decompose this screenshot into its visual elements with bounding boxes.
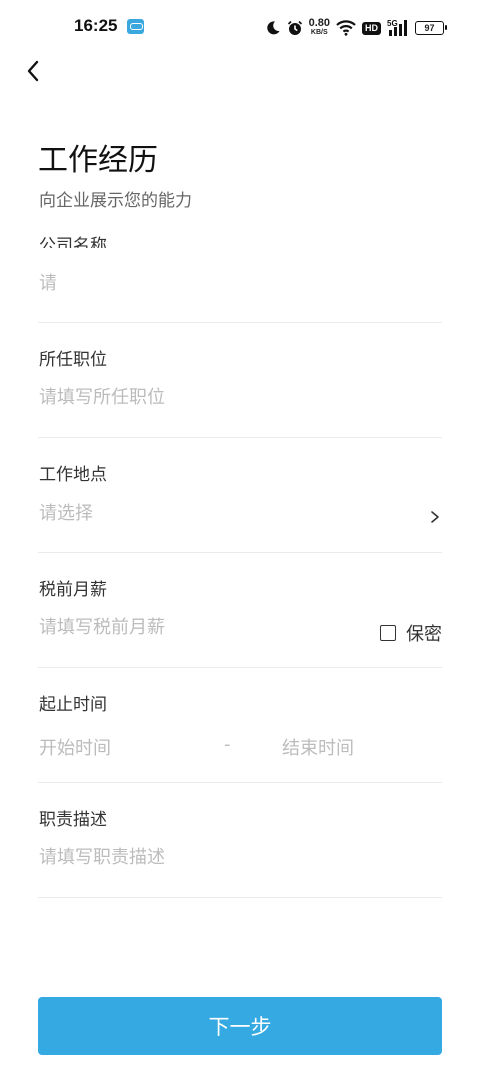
speed-value: 0.80 — [308, 17, 330, 29]
company-field: 公司名称 — [38, 225, 442, 323]
page-title: 工作经历 — [38, 143, 158, 178]
next-button[interactable]: 下一步 — [38, 997, 442, 1055]
company-label: 公司名称 — [39, 236, 107, 248]
wifi-icon — [336, 20, 356, 36]
chevron-right-icon — [431, 511, 439, 523]
secret-checkbox[interactable] — [380, 625, 396, 641]
speed-unit: KB/S — [310, 29, 328, 36]
status-time: 16:25 — [74, 16, 118, 35]
position-label: 所任职位 — [39, 350, 107, 370]
duty-label: 职责描述 — [39, 810, 107, 830]
moon-icon — [265, 20, 281, 36]
secret-label: 保密 — [406, 624, 442, 645]
period-label: 起止时间 — [39, 695, 107, 715]
position-input[interactable] — [39, 387, 419, 408]
duty-field: 职责描述 — [38, 805, 442, 898]
time-separator: - — [224, 734, 231, 755]
signal-icon: 5G — [387, 19, 409, 37]
network-speed: 0.80 KB/S — [308, 17, 330, 37]
salary-input[interactable] — [39, 617, 339, 638]
salary-field: 税前月薪 保密 — [38, 575, 442, 668]
page-subtitle: 向企业展示您的能力 — [39, 191, 192, 211]
hd-badge: HD — [362, 21, 381, 35]
start-time-picker[interactable]: 开始时间 — [39, 734, 111, 760]
back-button[interactable] — [18, 56, 48, 86]
period-field: 起止时间 开始时间 - 结束时间 — [38, 690, 442, 783]
app-notification-icon — [127, 19, 144, 34]
salary-label: 税前月薪 — [39, 580, 107, 600]
location-select[interactable] — [39, 503, 419, 524]
position-field: 所任职位 — [38, 345, 442, 438]
end-time-picker[interactable]: 结束时间 — [282, 734, 354, 760]
alarm-icon — [287, 20, 303, 36]
battery-indicator: 97 — [415, 21, 447, 35]
salary-secret-toggle[interactable]: 保密 — [380, 620, 442, 646]
chevron-left-icon — [27, 60, 39, 82]
svg-text:5G: 5G — [387, 19, 398, 28]
location-label: 工作地点 — [39, 465, 107, 485]
status-icons: 0.80 KB/S HD 5G 97 — [265, 14, 447, 42]
company-input[interactable] — [39, 273, 419, 294]
location-field[interactable]: 工作地点 — [38, 460, 442, 553]
status-bar: 16:25 0.80 KB/S HD 5G 97 — [0, 0, 480, 56]
duty-input[interactable] — [39, 847, 419, 868]
